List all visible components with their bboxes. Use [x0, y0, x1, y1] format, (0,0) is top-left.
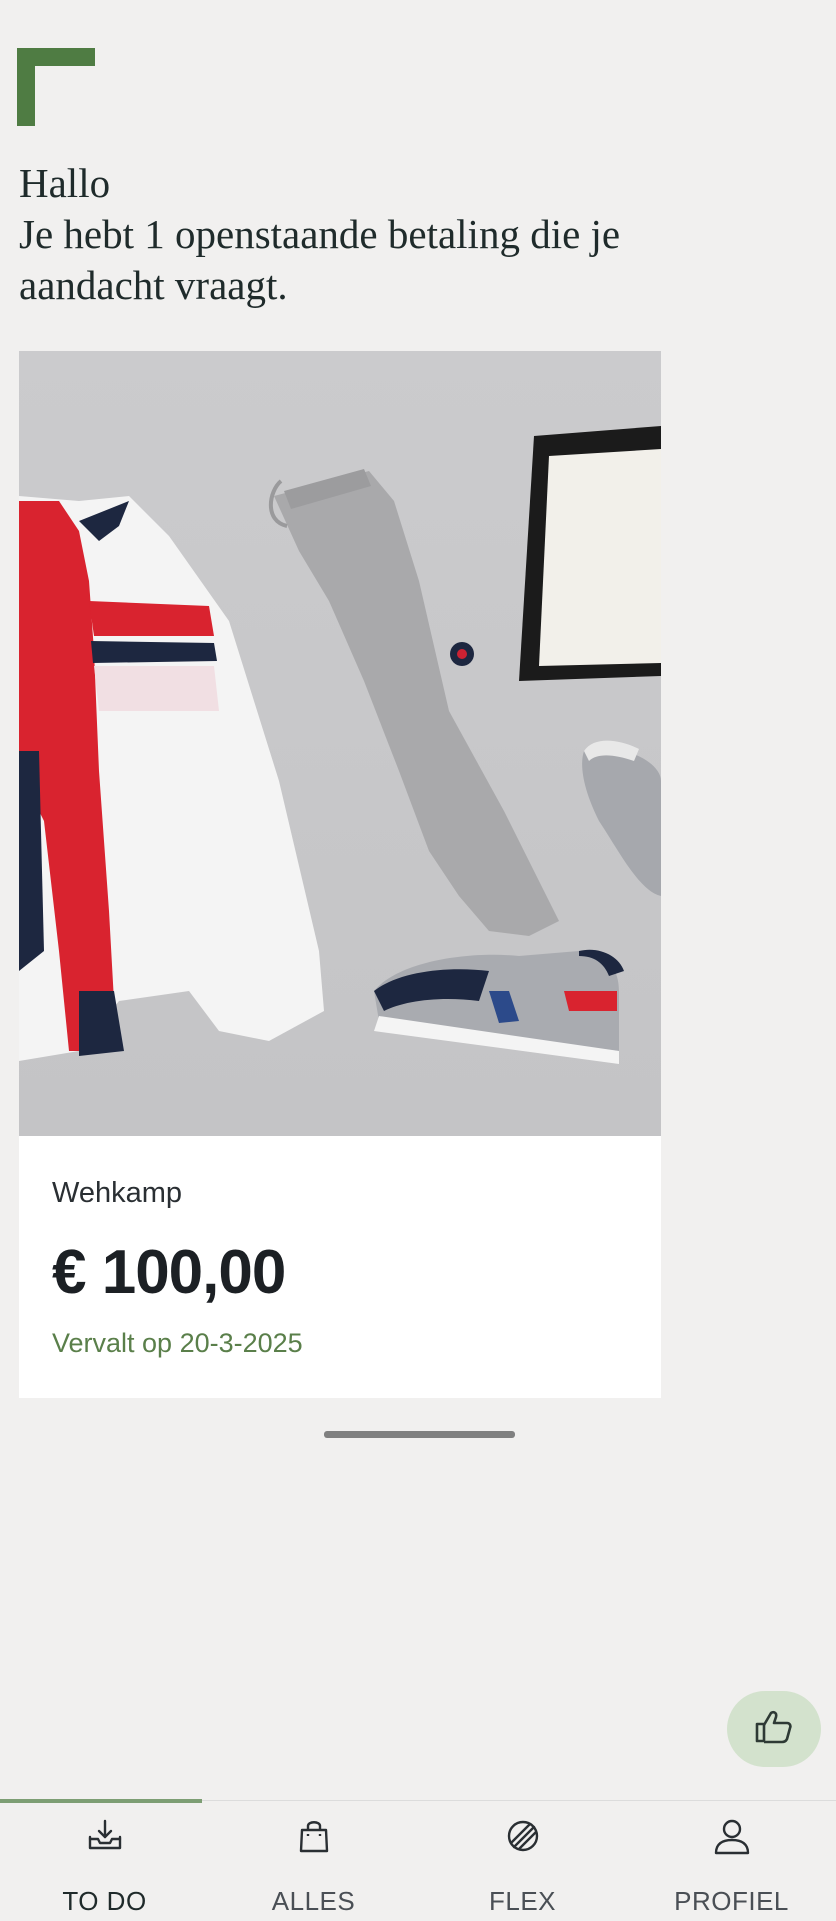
- nav-tab-flex-label: FLEX: [488, 1886, 557, 1916]
- payment-card[interactable]: Wehkamp € 100,00 Vervalt op 20-3-2025: [19, 351, 661, 1398]
- inbox-download-icon: [85, 1817, 125, 1860]
- product-photo: [19, 351, 661, 1136]
- person-icon: [712, 1817, 752, 1862]
- due-date: Vervalt op 20-3-2025: [52, 1328, 303, 1358]
- nav-tab-todo[interactable]: TO DO: [0, 1801, 209, 1921]
- thumbs-up-icon: [754, 1709, 794, 1750]
- payment-amount: € 100,00: [52, 1238, 286, 1307]
- nav-tab-profiel[interactable]: PROFIEL: [627, 1801, 836, 1921]
- greeting: Hallo Je hebt 1 openstaande betaling die…: [19, 158, 819, 311]
- greeting-message-line1: Je hebt 1 openstaande betaling die je: [19, 211, 621, 257]
- merchant-name: Wehkamp: [52, 1177, 183, 1209]
- nav-tab-alles-label: ALLES: [271, 1886, 356, 1916]
- greeting-hello: Hallo: [19, 160, 111, 206]
- feedback-button[interactable]: [727, 1691, 821, 1767]
- greeting-message-line2: aandacht vraagt.: [19, 262, 288, 308]
- brand-logo: [17, 48, 95, 126]
- flex-icon: [503, 1817, 543, 1860]
- nav-tab-alles[interactable]: ALLES: [209, 1801, 418, 1921]
- carousel-indicator[interactable]: [324, 1431, 515, 1438]
- nav-tab-profiel-label: PROFIEL: [674, 1886, 789, 1916]
- bottom-navigation: TO DO ALLES FLEX PROFIEL: [0, 1799, 836, 1921]
- shopping-bag-icon: [294, 1817, 334, 1860]
- nav-tab-flex[interactable]: FLEX: [418, 1801, 627, 1921]
- nav-tab-todo-label: TO DO: [62, 1886, 147, 1916]
